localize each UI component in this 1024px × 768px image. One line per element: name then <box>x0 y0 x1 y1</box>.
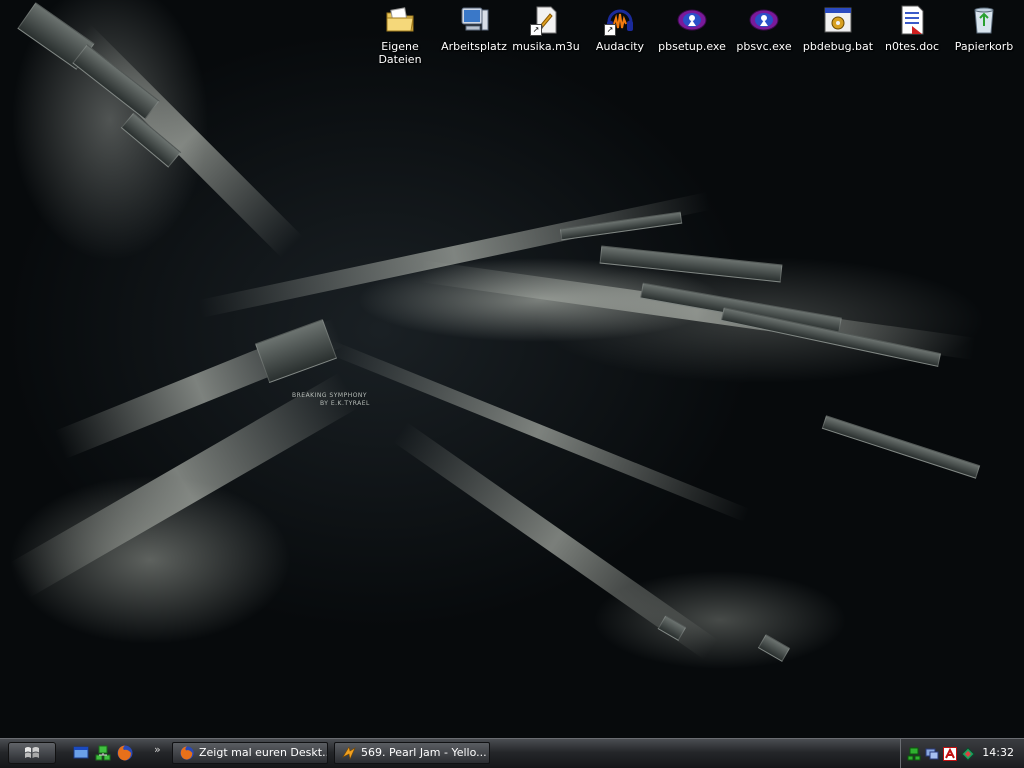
desktop-icon-pbsvc-exe[interactable]: pbsvc.exe <box>726 4 802 53</box>
task-winamp[interactable]: 569. Pearl Jam - Yello... <box>334 742 490 764</box>
wallpaper-author-text: BY E.K.TYRAEL <box>320 400 370 407</box>
desktop-icon-label: Audacity <box>595 40 645 53</box>
desktop-icon-label: pbsvc.exe <box>736 40 792 53</box>
desktop-icon-arbeitsplatz[interactable]: Arbeitsplatz <box>436 4 512 53</box>
desktop-icon-musika-m3u[interactable]: ↗ musika.m3u <box>508 4 584 53</box>
network-icon[interactable] <box>907 746 921 761</box>
task-label: Zeigt mal euren Deskt... <box>199 746 328 759</box>
pbsetup-exe-icon <box>676 4 708 36</box>
desktop-icon-label: Eigene Dateien <box>378 40 422 66</box>
winamp-icon <box>342 746 356 760</box>
desktop-icon-label: Papierkorb <box>954 40 1014 53</box>
playlist-file-icon: ↗ <box>530 4 562 36</box>
clock[interactable]: 14:32 <box>982 746 1014 759</box>
task-firefox[interactable]: Zeigt mal euren Deskt... <box>172 742 328 764</box>
desktop-icon-label: musika.m3u <box>512 40 580 53</box>
firefox-icon <box>180 746 194 760</box>
word-document-icon <box>896 4 928 36</box>
show-desktop-icon[interactable] <box>72 744 90 762</box>
desktop-icon-label: Arbeitsplatz <box>441 40 507 53</box>
desktop-icon-audacity[interactable]: ↗ Audacity <box>582 4 658 53</box>
shortcut-arrow-icon: ↗ <box>530 24 542 36</box>
display-icon[interactable] <box>925 746 939 760</box>
desktop-icon-label: pbsetup.exe <box>658 40 726 53</box>
task-label: 569. Pearl Jam - Yello... <box>361 746 487 759</box>
antivirus-icon[interactable] <box>943 746 957 761</box>
pbsvc-exe-icon <box>748 4 780 36</box>
quick-launch-more-button[interactable]: » <box>154 743 161 756</box>
shortcut-arrow-icon: ↗ <box>604 24 616 36</box>
start-button[interactable] <box>8 742 56 764</box>
desktop: BREAKING SYMPHONY BY E.K.TYRAEL Eigene D… <box>0 0 1024 768</box>
desktop-icon-eigene-dateien[interactable]: Eigene Dateien <box>362 4 438 66</box>
my-computer-icon <box>458 4 490 36</box>
system-tray: 14:32 <box>900 739 1024 768</box>
taskbar: » Zeigt mal euren Deskt... 569. Pearl Ja… <box>0 738 1024 768</box>
windows-logo-icon <box>25 747 39 758</box>
network-green-icon[interactable] <box>94 744 112 762</box>
wallpaper-title-text: BREAKING SYMPHONY <box>292 392 368 399</box>
desktop-icon-papierkorb[interactable]: Papierkorb <box>946 4 1022 53</box>
desktop-icon-label: n0tes.doc <box>884 40 940 53</box>
desktop-icon-n0tes-doc[interactable]: n0tes.doc <box>874 4 950 53</box>
firefox-icon[interactable] <box>116 744 134 762</box>
my-documents-folder-icon <box>384 4 416 36</box>
security-shield-icon[interactable] <box>961 746 975 761</box>
desktop-icon-label: pbdebug.bat <box>802 40 874 53</box>
desktop-icon-pbdebug-bat[interactable]: pbdebug.bat <box>800 4 876 53</box>
desktop-icon-pbsetup-exe[interactable]: pbsetup.exe <box>654 4 730 53</box>
audacity-icon: ↗ <box>604 4 636 36</box>
batch-file-icon <box>822 4 854 36</box>
recycle-bin-icon <box>968 4 1000 36</box>
